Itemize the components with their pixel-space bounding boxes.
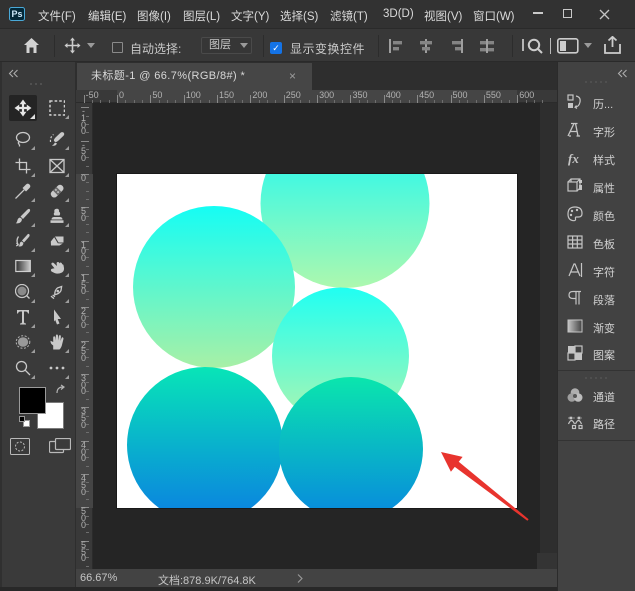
svg-text:fx: fx	[568, 151, 579, 166]
